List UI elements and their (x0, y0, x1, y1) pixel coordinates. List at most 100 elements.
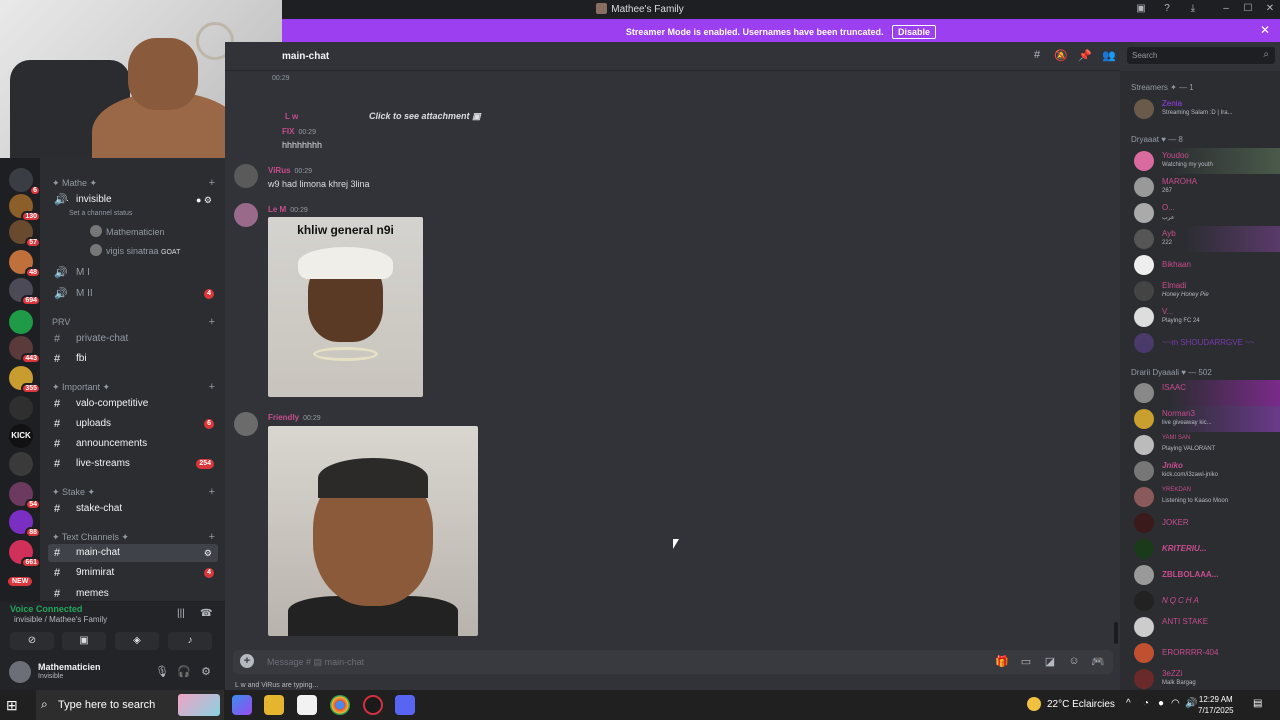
attachment-link[interactable]: Click to see attachment ▣ (369, 111, 481, 122)
member-item[interactable]: V... Playing FC 24 (1120, 304, 1280, 330)
add-channel-icon[interactable]: + (209, 486, 215, 498)
noise-suppression-icon[interactable]: ||| (177, 608, 185, 619)
member-item[interactable]: Norman3 live giveaway kic... (1120, 406, 1280, 432)
channel-stake-chat[interactable]: # stake-chat (48, 500, 218, 518)
channel-9mimirat[interactable]: #9mimirat 4 (48, 564, 218, 582)
channel-live-streams[interactable]: # live-streams 254 (48, 455, 218, 473)
member-item[interactable]: ERORRRR-404 (1120, 640, 1280, 666)
disconnect-icon[interactable]: ☎ (200, 608, 212, 619)
add-attachment-icon[interactable]: + (240, 654, 254, 668)
avatar[interactable] (234, 164, 258, 188)
gift-icon[interactable]: 🎁 (995, 655, 1009, 669)
wifi-icon[interactable]: ◠ (1171, 698, 1180, 709)
help-icon[interactable]: ? (1159, 2, 1175, 16)
member-item[interactable]: O... عرب (1120, 200, 1280, 226)
sticker-icon[interactable]: ◪ (1043, 655, 1057, 669)
notifications-tray-icon[interactable]: ▤ (1253, 698, 1262, 709)
voice-user[interactable]: Mathematicien (90, 225, 165, 237)
message-author[interactable]: FIX 00:29 (282, 127, 316, 136)
member-item[interactable]: Zenia Streaming Salam :D | Ira... (1120, 96, 1280, 122)
server-icon[interactable]: 6 (9, 168, 41, 196)
members-icon[interactable]: 👥 (1102, 49, 1116, 63)
maximize-button[interactable]: ☐ (1240, 2, 1256, 16)
channel-private-chat[interactable]: # private-chat (48, 330, 218, 348)
close-icon[interactable]: ✕ (1260, 23, 1270, 37)
message-author[interactable]: 00:29 (268, 73, 290, 82)
server-icon[interactable]: 355 (9, 366, 41, 394)
category-text-channels[interactable]: ✦ Text Channels ✦ (52, 532, 129, 543)
message-author[interactable]: L w (285, 112, 298, 121)
message-input[interactable]: + Message # ▤ main-chat 🎁 ▭ ◪ ☺ 🎮 (233, 650, 1113, 674)
server-icon[interactable]: 57 (9, 220, 41, 248)
volume-icon[interactable]: 🔊 (1185, 698, 1197, 709)
channel-memes[interactable]: # memes (48, 585, 218, 601)
channel-settings-icon[interactable]: ⚙ (204, 544, 212, 562)
message-author[interactable]: Friendly 00:29 (268, 413, 321, 422)
inbox-icon[interactable]: ▣ (1133, 2, 1149, 16)
emoji-icon[interactable]: ☺ (1067, 655, 1081, 669)
taskbar-search[interactable]: ⌕ Type here to search (36, 690, 224, 720)
member-item[interactable]: YAMI SAN Playing VALORANT (1120, 432, 1280, 458)
server-icon[interactable]: 88 (9, 510, 41, 538)
member-item[interactable]: Jniko kick.com/i3zawi-jniko (1120, 458, 1280, 484)
member-item[interactable]: Bikhaan (1120, 252, 1280, 278)
avatar[interactable] (234, 412, 258, 436)
voice-channel-name[interactable]: invisible / Mathee's Family (14, 615, 107, 624)
close-window-button[interactable]: ✕ (1262, 2, 1278, 16)
member-item[interactable]: MAROHA 267 (1120, 174, 1280, 200)
screen-share-button[interactable]: ▣ (62, 632, 106, 650)
member-item[interactable]: YREKDAN Listening to Kaaso Moon (1120, 484, 1280, 510)
voice-channel-mii[interactable]: 🔊 M II 4 (48, 285, 218, 303)
server-icon[interactable] (9, 310, 33, 334)
member-item[interactable]: Youdoo Watching my youth (1120, 148, 1280, 174)
member-item[interactable]: Ayb 222 (1120, 226, 1280, 252)
server-icon[interactable]: 661 (9, 540, 41, 568)
voice-user[interactable]: vigis sinatraa GOAT (90, 244, 180, 256)
channel-status[interactable]: Set a channel status (69, 210, 132, 217)
scrollbar[interactable] (1114, 622, 1118, 644)
member-item[interactable]: ANTI STAKE (1120, 614, 1280, 640)
download-icon[interactable]: ⤓ (1185, 2, 1201, 16)
member-item[interactable]: ZBLBOLAAA... (1120, 562, 1280, 588)
server-icon[interactable]: 443 (9, 336, 41, 364)
weather-text[interactable]: 22°C Eclaircies (1047, 699, 1115, 710)
camera-off-button[interactable]: ⊘ (10, 632, 54, 650)
file-explorer-icon[interactable] (264, 695, 284, 715)
microphone-icon[interactable]: 🎙 (155, 665, 169, 679)
channel-settings-icon[interactable]: ● ⚙ (196, 191, 212, 209)
store-icon[interactable] (297, 695, 317, 715)
clock[interactable]: 12:29 AM 7/17/2025 (1198, 694, 1234, 716)
server-icon[interactable]: 130 (9, 194, 41, 222)
member-item[interactable]: ISAAC (1120, 380, 1280, 406)
activity-button[interactable]: ◈ (115, 632, 159, 650)
avatar[interactable] (9, 661, 31, 683)
channel-main-chat[interactable]: # main-chat ⚙ (48, 544, 218, 562)
server-icon[interactable]: 694 (9, 278, 41, 306)
member-item[interactable]: JOKER (1120, 510, 1280, 536)
category-stake[interactable]: ✦ Stake ✦ (52, 487, 95, 498)
channel-valo-competitive[interactable]: # valo-competitive (48, 395, 218, 413)
obs-icon[interactable] (363, 695, 383, 715)
server-icon[interactable]: 54 (9, 482, 41, 510)
gif-icon[interactable]: ▭ (1019, 655, 1033, 669)
network-icon[interactable]: ◔ (1143, 698, 1149, 709)
member-item[interactable]: ~~m SHOUDARRGVE ~~ (1120, 330, 1280, 356)
user-name[interactable]: Mathematicien (38, 662, 101, 672)
headphones-icon[interactable]: 🎧 (177, 665, 191, 679)
discord-icon[interactable] (395, 695, 415, 715)
disable-button[interactable]: Disable (892, 25, 937, 39)
add-channel-icon[interactable]: + (209, 531, 215, 543)
member-item[interactable]: Elmadi Honey Honey Pie (1120, 278, 1280, 304)
minimize-button[interactable]: – (1218, 2, 1234, 16)
server-icon[interactable] (9, 452, 33, 476)
member-item[interactable]: NQCHA (1120, 588, 1280, 614)
copilot-icon[interactable] (232, 695, 252, 715)
windows-start-icon[interactable]: ⊞ (6, 697, 18, 714)
add-channel-icon[interactable]: + (209, 381, 215, 393)
message-author[interactable]: ViRus 00:29 (268, 166, 312, 175)
search-input[interactable]: Search ⌕ (1127, 47, 1275, 64)
channel-uploads[interactable]: # uploads 6 (48, 415, 218, 433)
chrome-icon[interactable] (330, 695, 350, 715)
voice-channel-mi[interactable]: 🔊 M I (48, 264, 218, 282)
server-icon[interactable]: 48 (9, 250, 41, 278)
